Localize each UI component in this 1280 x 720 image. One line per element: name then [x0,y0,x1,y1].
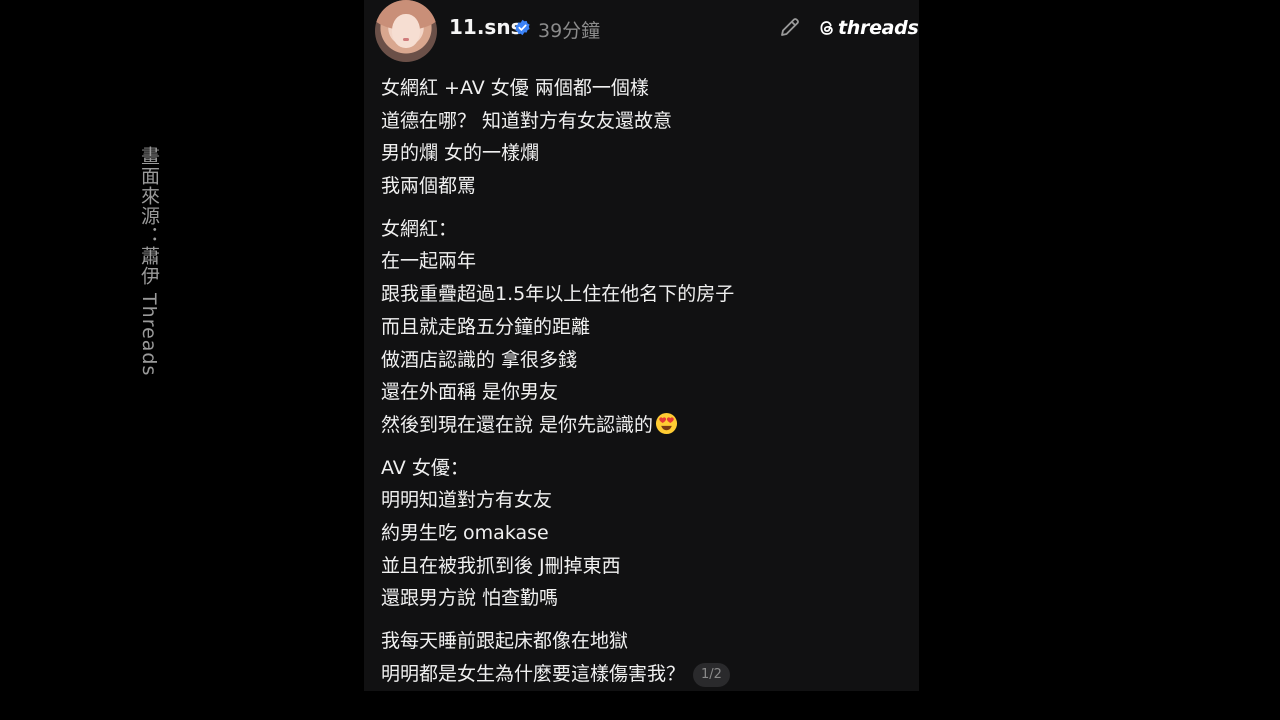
brand-name: threads [838,17,919,39]
page-indicator[interactable]: 1/2 [693,662,730,687]
text-line: 明明都是女生為什麼要這樣傷害我？ [381,662,686,685]
text-line: 女網紅 +AV 女優 兩個都一個樣 [381,77,649,99]
text-line: 女網紅： [381,217,458,240]
threads-post-card: 11.sns 39分鐘 threads 女網紅 +AV 女優 兩個都一個樣 道德… [364,0,919,691]
text-line: 還跟男方說 怕查勤嗎 [381,587,559,610]
edit-pencil-icon[interactable] [778,15,802,39]
post-body: 女網紅 +AV 女優 兩個都一個樣 道德在哪？ 知道對方有女友還故意 男的爛 女… [381,72,906,691]
text-line: 跟我重疊超過1.5年以上住在他名下的房子 [381,283,735,306]
text-line-with-badge: 明明都是女生為什麼要這樣傷害我？ 1/2 [381,658,906,691]
text-line: 然後到現在還在說 是你先認識的 [381,413,654,436]
text-line: 在一起兩年 [381,250,477,273]
post-time: 39分鐘 [538,20,601,42]
text-line: AV 女優： [381,456,469,479]
text-line: 明明知道對方有女友 [381,489,553,512]
text-line: 男的爛 女的一樣爛 [381,142,540,165]
text-line-with-emoji: 然後到現在還在說 是你先認識的 [381,409,906,442]
avatar[interactable] [375,0,437,62]
paragraph-3: AV 女優： 明明知道對方有女友 約男生吃 omakase 並且在被我抓到後 J… [381,452,906,615]
source-caption: 畫面來源：蕭伊 Threads [138,146,160,377]
threads-brand: threads [818,15,919,41]
text-line: 並且在被我抓到後 J刪掉東西 [381,554,621,577]
text-line: 還在外面稱 是你男友 [381,381,559,404]
text-line: 約男生吃 omakase [381,521,549,544]
text-line: 我兩個都罵 [381,175,477,198]
paragraph-1: 女網紅 +AV 女優 兩個都一個樣 道德在哪？ 知道對方有女友還故意 男的爛 女… [381,72,906,203]
threads-logo-icon [820,21,833,35]
verified-badge-icon [515,19,530,36]
username[interactable]: 11.sns [449,15,522,39]
paragraph-2: 女網紅： 在一起兩年 跟我重疊超過1.5年以上住在他名下的房子 而且就走路五分鐘… [381,213,906,442]
paragraph-4: 我每天睡前跟起床都像在地獄 明明都是女生為什麼要這樣傷害我？ 1/2 [381,625,906,690]
text-line: 而且就走路五分鐘的距離 [381,315,591,338]
heart-eyes-emoji-icon [656,412,678,434]
text-line: 做酒店認識的 拿很多錢 [381,348,578,371]
text-line: 道德在哪？ 知道對方有女友還故意 [381,109,673,132]
text-line: 我每天睡前跟起床都像在地獄 [381,630,629,652]
post-header: 11.sns 39分鐘 threads [364,0,919,62]
